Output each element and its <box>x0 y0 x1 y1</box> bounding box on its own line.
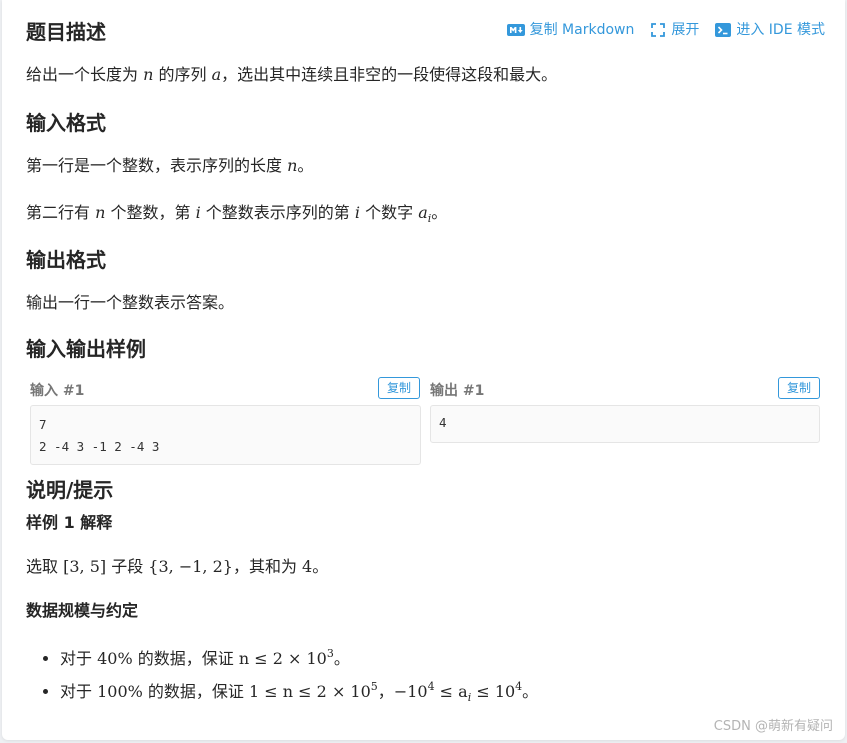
list-item: 对于 40% 的数据，保证 n ≤ 2 × 103。 <box>60 640 538 673</box>
input-format-line2: 第二行有 n 个整数，第 i 个整数表示序列的第 i 个数字 ai。 <box>26 203 448 225</box>
samples-title: 输入输出样例 <box>26 337 146 361</box>
sample-output-label: 输出 #1 <box>430 383 485 399</box>
expand-icon <box>650 22 666 38</box>
copy-output-button[interactable]: 复制 <box>778 377 820 399</box>
copy-input-button[interactable]: 复制 <box>378 377 420 399</box>
copy-markdown-button[interactable]: 复制 Markdown <box>506 20 635 40</box>
description-title: 题目描述 <box>26 20 106 44</box>
markdown-icon <box>506 24 525 36</box>
enter-ide-label: 进入 IDE 模式 <box>736 22 825 38</box>
toolbar: 复制 Markdown 展开 进入 IDE 模式 <box>506 20 825 40</box>
limits-list: 对于 40% 的数据，保证 n ≤ 2 × 103。 对于 100% 的数据，保… <box>26 640 538 712</box>
sample-output-box[interactable]: 4 <box>430 405 820 443</box>
input-format-line1: 第一行是一个整数，表示序列的长度 n。 <box>26 156 314 175</box>
hint-title: 说明/提示 <box>26 478 114 502</box>
sample-explanation-text: 选取 [3, 5] 子段 {3, −1, 2}，其和为 4。 <box>26 557 329 576</box>
list-item: 对于 100% 的数据，保证 1 ≤ n ≤ 2 × 105，−104 ≤ ai… <box>60 673 538 712</box>
terminal-icon <box>715 23 732 37</box>
output-format-text: 输出一行一个整数表示答案。 <box>26 293 235 312</box>
expand-button[interactable]: 展开 <box>650 20 699 40</box>
sample-input-label: 输入 #1 <box>30 383 85 399</box>
limits-title: 数据规模与约定 <box>26 601 139 620</box>
enter-ide-button[interactable]: 进入 IDE 模式 <box>715 20 825 40</box>
watermark: CSDN @萌新有疑问 <box>713 719 833 734</box>
input-format-title: 输入格式 <box>26 111 106 135</box>
expand-label: 展开 <box>671 22 700 38</box>
problem-card: 题目描述 复制 Markdown 展开 进入 IDE 模式 给出一个长度为 n … <box>2 0 845 740</box>
sample-input-box[interactable]: 7 2 -4 3 -1 2 -4 3 <box>30 405 421 465</box>
sample-explanation-title: 样例 1 解释 <box>26 513 113 532</box>
sample-output-line: 4 <box>439 415 447 430</box>
description-text: 给出一个长度为 n 的序列 a，选出其中连续且非空的一段使得这段和最大。 <box>26 65 558 84</box>
output-format-title: 输出格式 <box>26 248 106 272</box>
copy-markdown-label: 复制 Markdown <box>529 22 635 38</box>
sample-input-line: 2 -4 3 -1 2 -4 3 <box>39 439 160 454</box>
sample-input-line: 7 <box>39 417 47 432</box>
